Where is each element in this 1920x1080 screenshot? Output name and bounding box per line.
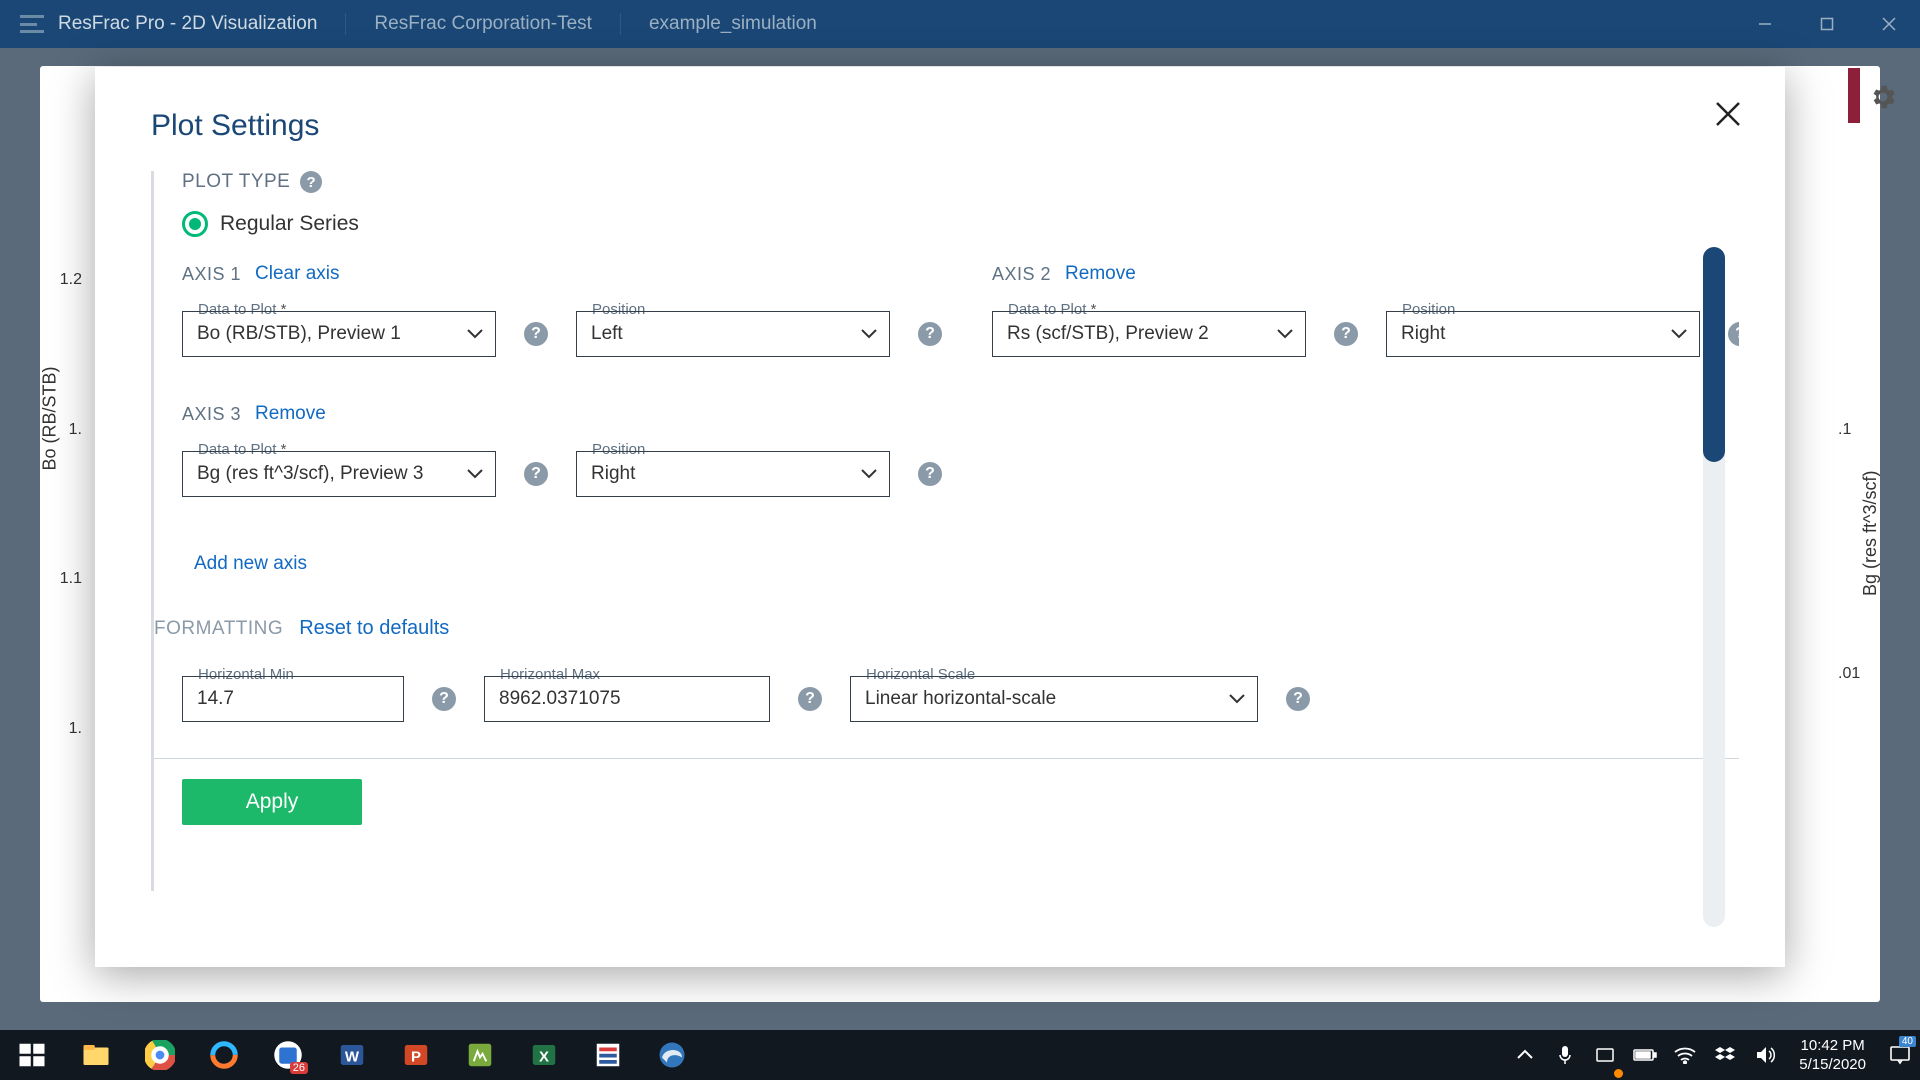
tray-overflow-icon[interactable] <box>1505 1030 1545 1080</box>
formatting-heading: FORMATTING <box>154 618 283 640</box>
help-icon[interactable]: ? <box>1334 322 1358 346</box>
add-new-axis-link[interactable]: Add new axis <box>194 553 307 575</box>
axis1-tag: AXIS 1 <box>182 264 241 285</box>
breadcrumb[interactable]: ResFrac Corporation-Test <box>346 13 621 35</box>
app-logo-icon <box>20 15 44 33</box>
tray-battery-icon[interactable] <box>1625 1030 1665 1080</box>
tray-dropbox-icon[interactable] <box>1705 1030 1745 1080</box>
help-icon[interactable]: ? <box>432 687 456 711</box>
app-title: ResFrac Pro - 2D Visualization <box>58 13 346 35</box>
chevron-down-icon <box>1671 323 1687 345</box>
scrollbar-thumb[interactable] <box>1703 247 1725 462</box>
axis2-data-select[interactable]: Rs (scf/STB), Preview 2 <box>992 311 1306 357</box>
y-axis-right-ticks: .1 .01 <box>1838 280 1868 960</box>
axis2-tag: AXIS 2 <box>992 264 1051 285</box>
close-button[interactable] <box>1858 0 1920 48</box>
powerpoint-icon[interactable]: P <box>384 1030 448 1080</box>
axis2-remove-link[interactable]: Remove <box>1065 263 1136 285</box>
axis3-tag: AXIS 3 <box>182 404 241 425</box>
horizontal-scale-select[interactable]: Linear horizontal-scale <box>850 676 1258 722</box>
help-icon[interactable]: ? <box>918 322 942 346</box>
word-icon[interactable]: W <box>320 1030 384 1080</box>
axis1-data-select[interactable]: Bo (RB/STB), Preview 1 <box>182 311 496 357</box>
help-icon[interactable]: ? <box>918 462 942 486</box>
file-explorer-icon[interactable] <box>64 1030 128 1080</box>
help-icon[interactable]: ? <box>300 171 322 193</box>
axis1-position-select[interactable]: Left <box>576 311 890 357</box>
svg-text:P: P <box>411 1048 421 1065</box>
help-icon[interactable]: ? <box>524 322 548 346</box>
taskbar-clock[interactable]: 10:42 PM 5/15/2020 <box>1785 1036 1880 1075</box>
reset-defaults-link[interactable]: Reset to defaults <box>299 617 449 640</box>
chevron-down-icon <box>467 463 483 485</box>
windows-taskbar: 26 W P X 10:42 PM 5/15/2020 40 <box>0 1030 1920 1080</box>
octave-icon[interactable] <box>192 1030 256 1080</box>
axis3-remove-link[interactable]: Remove <box>255 403 326 425</box>
maximize-button[interactable] <box>1796 0 1858 48</box>
minimize-button[interactable] <box>1734 0 1796 48</box>
apply-button[interactable]: Apply <box>182 779 362 825</box>
tray-wifi-icon[interactable] <box>1665 1030 1705 1080</box>
gear-icon[interactable] <box>1868 82 1898 112</box>
title-bar: ResFrac Pro - 2D Visualization ResFrac C… <box>0 0 1920 48</box>
close-dialog-button[interactable] <box>1713 99 1743 134</box>
breadcrumb[interactable]: example_simulation <box>621 13 845 35</box>
divider <box>154 758 1739 759</box>
axis3-position-select[interactable]: Right <box>576 451 890 497</box>
help-icon[interactable]: ? <box>1286 687 1310 711</box>
axis3-data-select[interactable]: Bg (res ft^3/scf), Preview 3 <box>182 451 496 497</box>
horizontal-min-input[interactable]: 14.7 <box>182 676 404 722</box>
tray-mic-icon[interactable] <box>1545 1030 1585 1080</box>
chevron-down-icon <box>467 323 483 345</box>
help-icon[interactable]: ? <box>1728 322 1739 346</box>
excel-icon[interactable]: X <box>512 1030 576 1080</box>
radio-regular-series[interactable]: Regular Series <box>182 211 1739 237</box>
chevron-down-icon <box>861 463 877 485</box>
axis2-position-select[interactable]: Right <box>1386 311 1700 357</box>
axis1-clear-link[interactable]: Clear axis <box>255 263 339 285</box>
chevron-down-icon <box>1229 688 1245 710</box>
notifications-icon[interactable]: 40 <box>1880 1030 1920 1080</box>
start-button[interactable] <box>0 1030 64 1080</box>
chrome-icon[interactable] <box>128 1030 192 1080</box>
resfrac-icon[interactable] <box>576 1030 640 1080</box>
tray-language-icon[interactable] <box>1585 1030 1625 1080</box>
y-axis-left-ticks: 1.2 1. 1.1 1. <box>52 280 82 960</box>
svg-text:X: X <box>539 1048 549 1065</box>
svg-text:W: W <box>345 1048 360 1065</box>
help-icon[interactable]: ? <box>524 462 548 486</box>
edge-icon[interactable] <box>640 1030 704 1080</box>
chevron-down-icon <box>1277 323 1293 345</box>
calendar-icon[interactable]: 26 <box>256 1030 320 1080</box>
tray-volume-icon[interactable] <box>1745 1030 1785 1080</box>
help-icon[interactable]: ? <box>798 687 822 711</box>
scrollbar[interactable] <box>1703 247 1725 927</box>
plot-type-heading: PLOT TYPE ? <box>182 171 1739 193</box>
dialog-title: Plot Settings <box>151 109 1739 143</box>
plot-settings-dialog: Plot Settings PLOT TYPE ? Regular Series… <box>95 67 1785 967</box>
chevron-down-icon <box>861 323 877 345</box>
radio-icon <box>182 211 208 237</box>
horizontal-max-input[interactable]: 8962.0371075 <box>484 676 770 722</box>
series-swatch <box>1848 68 1860 123</box>
app-icon[interactable] <box>448 1030 512 1080</box>
